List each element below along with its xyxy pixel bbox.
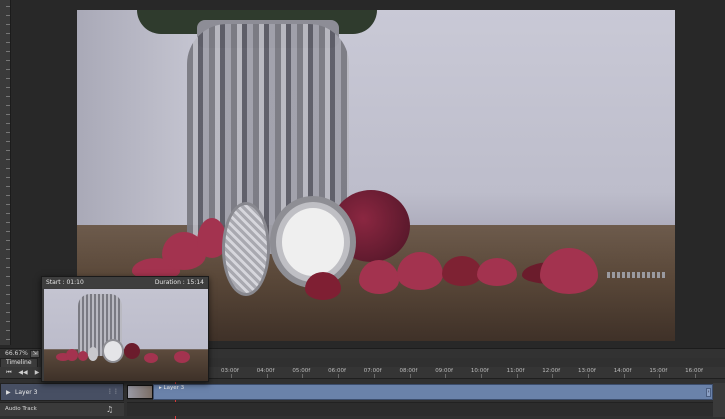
time-ruler-tick: [373, 374, 375, 378]
time-ruler-label: 07:00f: [363, 368, 382, 374]
preview-duration-label: Duration : 15:14: [154, 279, 204, 286]
time-ruler-label: 10:00f: [470, 368, 489, 374]
audio-track-header[interactable]: Audio Track ♫: [0, 402, 124, 416]
scrub-preview-popup: Start : 01:10 Duration : 15:14: [41, 276, 209, 382]
time-ruler-label: 09:00f: [435, 368, 453, 374]
time-ruler-tick: [231, 374, 232, 378]
expand-arrow-icon[interactable]: ▶: [6, 389, 11, 396]
preview-thumbnail: [44, 289, 208, 381]
time-ruler-label: 12:00f: [542, 368, 561, 374]
timeline-scrollbar[interactable]: [713, 383, 725, 417]
tab-timeline[interactable]: Timeline: [0, 358, 38, 367]
preview-start-label: Start : 01:10: [46, 279, 84, 286]
time-ruler-tick: [588, 374, 589, 378]
time-ruler-label: 03:00f: [221, 368, 239, 374]
layer-track: ▸ Layer 3 ›: [127, 384, 713, 400]
time-ruler-label: 16:00f: [685, 368, 703, 374]
watch-chain: [607, 272, 667, 278]
time-ruler-tick: [552, 374, 554, 378]
petal: [397, 252, 443, 290]
clip-label: ▸ Layer 3: [159, 385, 185, 391]
video-clip[interactable]: ▸ Layer 3 ›: [153, 384, 713, 400]
layer-options-icon[interactable]: ⋮⋮: [107, 388, 119, 395]
vertical-ruler: [0, 0, 11, 345]
time-ruler-tick: [338, 374, 340, 378]
photoshop-window: Start : 01:10 Duration : 15:14 66.67% ⇲ …: [0, 0, 725, 419]
time-ruler-tick: [409, 374, 411, 378]
first-frame-button[interactable]: ⏮: [4, 369, 14, 377]
layer-name: Layer 3: [15, 389, 38, 396]
previous-frame-button[interactable]: ◀◀: [18, 369, 28, 377]
time-ruler-tick: [302, 374, 304, 378]
time-ruler-tick: [445, 374, 447, 378]
audio-track-label: Audio Track: [5, 406, 37, 412]
clip-thumbnail: [127, 385, 153, 399]
time-ruler-label: 15:00f: [649, 368, 668, 374]
time-ruler-label: 05:00f: [292, 368, 311, 374]
petal: [359, 260, 399, 294]
time-ruler-tick: [516, 374, 518, 378]
time-ruler-tick: [480, 374, 482, 378]
clip-end-handle[interactable]: ›: [706, 388, 711, 397]
time-ruler-label: 13:00f: [578, 368, 596, 374]
audio-track[interactable]: [127, 402, 725, 416]
time-ruler-tick: [266, 374, 268, 378]
time-ruler-label: 11:00f: [506, 368, 525, 374]
music-note-icon[interactable]: ♫: [106, 405, 113, 414]
time-ruler[interactable]: 03:00f 04:00f 05:00f 06:00f 07:00f 08:00f 09:0…: [124, 367, 725, 379]
time-ruler-tick: [695, 374, 697, 378]
petal: [477, 258, 517, 286]
petal: [442, 256, 482, 286]
time-ruler-label: 14:00f: [613, 368, 632, 374]
time-ruler-tick: [659, 374, 661, 378]
time-ruler-label: 08:00f: [399, 368, 418, 374]
layer-track-header[interactable]: ▶ Layer 3 ⋮⋮: [0, 383, 124, 401]
time-ruler-label: 06:00f: [328, 368, 346, 374]
pocket-watch-lid: [222, 202, 270, 296]
petal: [540, 248, 598, 294]
export-icon[interactable]: ⇲: [30, 350, 40, 358]
time-ruler-label: 04:00f: [256, 368, 275, 374]
petal: [305, 272, 341, 300]
time-ruler-tick: [623, 374, 625, 378]
